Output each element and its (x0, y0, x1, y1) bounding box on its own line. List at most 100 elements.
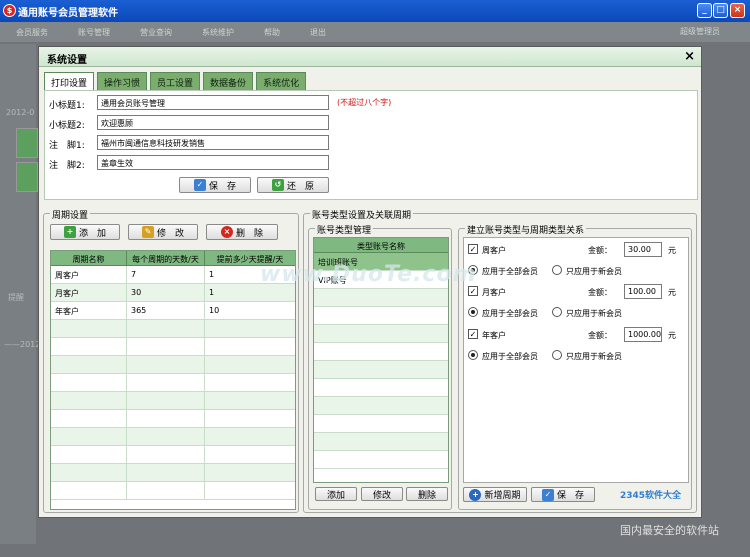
monthly-apply-new-radio[interactable] (552, 307, 562, 317)
close-app-icon[interactable]: × (730, 3, 745, 18)
tab-habits[interactable]: 操作习惯 (97, 72, 148, 90)
cell: 年客户 (51, 302, 127, 319)
footer2-label: 注 脚2: (49, 161, 85, 171)
type-add-label: 添加 (326, 490, 345, 501)
dialog-close-icon[interactable]: × (684, 49, 695, 64)
unit-label: 元 (668, 288, 676, 297)
apply-new-label: 只应用于新会员 (566, 267, 622, 276)
type-edit-label: 修改 (372, 490, 391, 501)
table-row[interactable]: 月客户 30 1 (51, 284, 295, 302)
menu-item[interactable]: 帮助 (248, 22, 294, 38)
period-delete-label: 删 除 (235, 228, 263, 239)
left-nav-button[interactable] (16, 162, 38, 192)
unit-label: 元 (668, 331, 676, 340)
edit-icon: ✎ (141, 226, 154, 238)
tab-optimize[interactable]: 系统优化 (256, 72, 307, 90)
monthly-amount-input[interactable]: 100.00 (624, 284, 662, 299)
dialog-titlebar: 系统设置 × (39, 47, 701, 67)
column-header: 每个周期的天数/天 (127, 251, 205, 265)
menu-item[interactable]: 账号管理 (62, 22, 124, 38)
monthly-apply-all-radio[interactable] (468, 307, 478, 317)
unit-label: 元 (668, 246, 676, 255)
relation-save-button[interactable]: ✓ 保 存 (531, 487, 595, 502)
yearly-amount-input[interactable]: 1000.00 (624, 327, 662, 342)
admin-label: 超级管理员 (680, 27, 720, 36)
empty-row (314, 415, 448, 433)
empty-row (314, 307, 448, 325)
amount-label: 金额： (588, 288, 612, 297)
relation-panel: ✓ 周客户 金额： 30.00 元 应用于全部会员 只应用于新会员 ✓ 月客户 … (463, 237, 689, 483)
period-table-header: 周期名称 每个周期的天数/天 提前多少天提醒/天 (51, 251, 295, 266)
cell: 月客户 (51, 284, 127, 301)
plus-icon: + (469, 488, 482, 501)
minimize-icon[interactable]: _ (697, 3, 712, 18)
menu-item[interactable]: 系统维护 (186, 22, 248, 38)
print-restore-button[interactable]: ↺ 还 原 (257, 177, 329, 193)
period-delete-button[interactable]: × 删 除 (206, 224, 278, 240)
print-save-button[interactable]: ✓ 保 存 (179, 177, 251, 193)
relation-group: 建立账号类型与周期类型关系 ✓ 周客户 金额： 30.00 元 应用于全部会员 … (458, 223, 692, 510)
footer1-input[interactable]: 福州市闽通信息科技研发销售 (97, 135, 329, 150)
subtitle2-label: 小标题2: (49, 121, 85, 131)
type-edit-button[interactable]: 修改 (361, 487, 403, 501)
cell: 周客户 (51, 266, 127, 283)
table-row[interactable]: 周客户 7 1 (51, 266, 295, 284)
empty-row (51, 446, 295, 464)
tab-print[interactable]: 打印设置 (44, 72, 95, 90)
period-table: 周期名称 每个周期的天数/天 提前多少天提醒/天 周客户 7 1 月客户 30 … (50, 250, 296, 510)
new-period-label: 新增周期 (484, 491, 521, 501)
menu-item[interactable]: 退出 (294, 22, 340, 38)
apply-all-label: 应用于全部会员 (482, 267, 538, 276)
weekly-checkbox[interactable]: ✓ (468, 244, 478, 254)
period-add-label: 添 加 (78, 228, 106, 239)
monthly-checkbox[interactable]: ✓ (468, 286, 478, 296)
tab-backup[interactable]: 数据备份 (203, 72, 254, 90)
corner-slogan: 国内最安全的软件站 (620, 524, 719, 537)
new-period-button[interactable]: + 新增周期 (463, 487, 527, 502)
empty-row (314, 325, 448, 343)
apply-new-label: 只应用于新会员 (566, 352, 622, 361)
empty-row (51, 356, 295, 374)
maximize-icon[interactable]: □ (713, 3, 728, 18)
empty-row (51, 428, 295, 446)
apply-all-label: 应用于全部会员 (482, 309, 538, 318)
column-header: 周期名称 (51, 251, 127, 265)
yearly-apply-new-radio[interactable] (552, 350, 562, 360)
menu-item[interactable]: 营业查询 (124, 22, 186, 38)
period-settings-title: 周期设置 (50, 208, 91, 221)
dialog-title: 系统设置 (47, 55, 87, 66)
account-type-group: 账号类型设置及关联周期 账号类型管理 类型账号名称 培训班账号 VIP账号 添加… (303, 208, 697, 513)
empty-row (51, 410, 295, 428)
type-add-button[interactable]: 添加 (315, 487, 357, 501)
subtitle1-label: 小标题1: (49, 101, 85, 111)
apply-all-label: 应用于全部会员 (482, 352, 538, 361)
account-type-header: 类型账号名称 (314, 238, 448, 253)
weekly-amount-input[interactable]: 30.00 (624, 242, 662, 257)
empty-row (314, 361, 448, 379)
app-title: 通用账号会员管理软件 (18, 7, 118, 19)
type-delete-label: 删除 (417, 490, 436, 501)
relation-save-label: 保 存 (556, 491, 584, 501)
period-add-button[interactable]: + 添 加 (50, 224, 120, 240)
account-type-title: 账号类型设置及关联周期 (310, 208, 414, 221)
subtitle1-input[interactable]: 通用会员账号管理 (97, 95, 329, 110)
length-hint: (不超过八个字) (337, 98, 392, 107)
yearly-checkbox[interactable]: ✓ (468, 329, 478, 339)
footer2-input[interactable]: 盖章生效 (97, 155, 329, 170)
print-save-label: 保 存 (208, 181, 236, 192)
menu-item[interactable]: 会员服务 (0, 22, 62, 38)
yearly-apply-all-radio[interactable] (468, 350, 478, 360)
left-nav-button[interactable] (16, 128, 38, 158)
period-edit-button[interactable]: ✎ 修 改 (128, 224, 198, 240)
empty-row (51, 482, 295, 500)
background-label: 提醒 (8, 293, 24, 302)
app-menu-bar: 会员服务 账号管理 营业查询 系统维护 帮助 退出 (0, 22, 750, 42)
app-logo-icon: $ (3, 4, 16, 17)
subtitle2-input[interactable]: 欢迎惠顾 (97, 115, 329, 130)
type-delete-button[interactable]: 删除 (406, 487, 448, 501)
table-row[interactable]: 年客户 365 10 (51, 302, 295, 320)
weekly-apply-new-radio[interactable] (552, 265, 562, 275)
tab-staff[interactable]: 员工设置 (150, 72, 201, 90)
empty-row (51, 338, 295, 356)
background-date: 2012-0 (6, 108, 35, 117)
